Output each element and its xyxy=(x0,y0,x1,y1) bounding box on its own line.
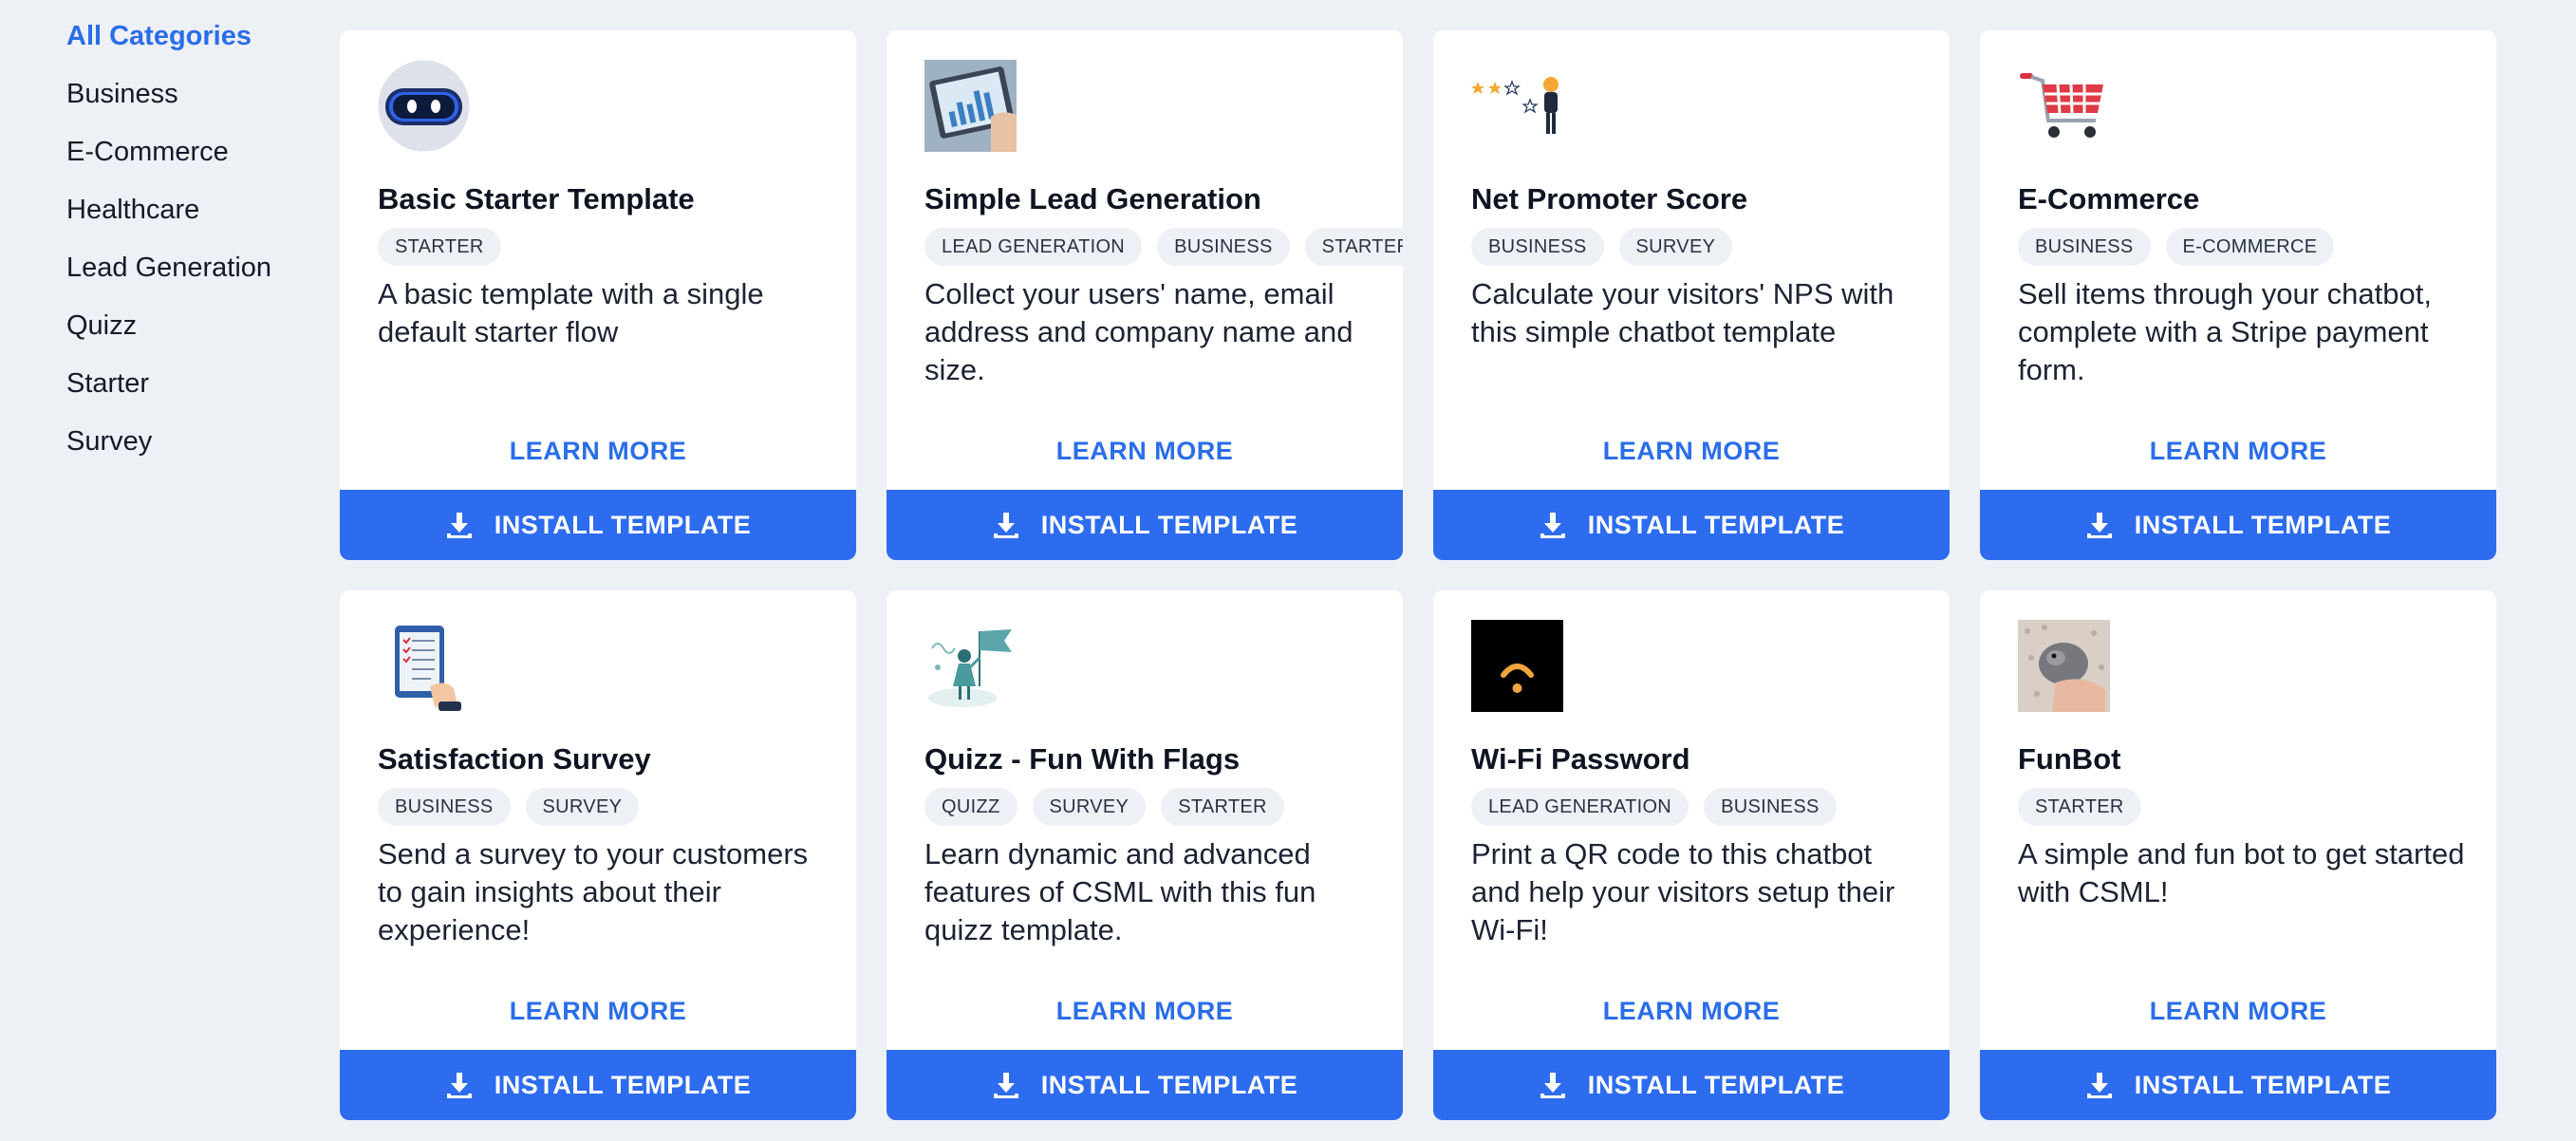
tag: SURVEY xyxy=(1032,788,1147,826)
card-description: Sell items through your chatbot, complet… xyxy=(2018,277,2432,386)
card-title: E-Commerce xyxy=(2018,182,2200,215)
tag-list: BUSINESS E-COMMERCE xyxy=(2018,228,2335,266)
card-description: Collect your users' name, email address … xyxy=(924,277,1353,386)
learn-more-link[interactable]: LEARN MORE xyxy=(1980,997,2496,1026)
install-template-button[interactable]: INSTALL TEMPLATE xyxy=(1980,1050,2496,1120)
survey-checklist-icon xyxy=(378,620,470,712)
tag-list: BUSINESS SURVEY xyxy=(378,788,640,826)
hamster-photo-icon xyxy=(2018,620,2110,712)
card-title: Quizz - Fun With Flags xyxy=(924,742,1241,776)
install-label: INSTALL TEMPLATE xyxy=(2134,1070,2392,1099)
card-description: Calculate your visitors' NPS with this s… xyxy=(1471,277,1895,348)
learn-more-link[interactable]: LEARN MORE xyxy=(887,437,1403,466)
template-card: Simple Lead Generation LEAD GENERATION B… xyxy=(887,30,1403,560)
template-card: Satisfaction Survey BUSINESS SURVEY Send… xyxy=(340,590,856,1120)
tag: BUSINESS xyxy=(2018,228,2151,266)
tag: SURVEY xyxy=(525,788,640,826)
card-title: FunBot xyxy=(2018,742,2121,776)
card-title: Basic Starter Template xyxy=(378,182,695,215)
tag: STARTER xyxy=(1304,228,1403,266)
tag: BUSINESS xyxy=(1157,228,1290,266)
download-icon xyxy=(1539,511,1567,539)
card-title: Wi-Fi Password xyxy=(1471,742,1690,776)
template-grid: Basic Starter Template STARTER A basic t… xyxy=(340,30,2496,1120)
learn-more-link[interactable]: LEARN MORE xyxy=(340,437,856,466)
install-template-button[interactable]: INSTALL TEMPLATE xyxy=(340,1050,856,1120)
card-title: Satisfaction Survey xyxy=(378,742,651,776)
install-label: INSTALL TEMPLATE xyxy=(1587,510,1845,539)
sidebar-item-starter[interactable]: Starter xyxy=(66,365,313,422)
sidebar-item-lead-generation[interactable]: Lead Generation xyxy=(66,249,313,307)
download-icon xyxy=(2085,511,2114,539)
learn-more-link[interactable]: LEARN MORE xyxy=(887,997,1403,1026)
tag: BUSINESS xyxy=(1704,788,1837,826)
sidebar-item-healthcare[interactable]: Healthcare xyxy=(66,191,313,249)
install-label: INSTALL TEMPLATE xyxy=(494,510,752,539)
sidebar-item-e-commerce[interactable]: E-Commerce xyxy=(66,133,313,191)
card-description: Send a survey to your customers to gain … xyxy=(378,837,809,946)
template-card: Basic Starter Template STARTER A basic t… xyxy=(340,30,856,560)
template-card: Wi-Fi Password LEAD GENERATION BUSINESS … xyxy=(1433,590,1950,1120)
tag-list: STARTER xyxy=(378,228,501,266)
sidebar-item-survey[interactable]: Survey xyxy=(66,422,313,480)
install-label: INSTALL TEMPLATE xyxy=(1587,1070,1845,1099)
install-label: INSTALL TEMPLATE xyxy=(1040,1070,1298,1099)
tag-list: STARTER xyxy=(2018,788,2141,826)
tag: SURVEY xyxy=(1618,228,1733,266)
install-template-button[interactable]: INSTALL TEMPLATE xyxy=(887,490,1403,560)
sidebar-item-all-categories[interactable]: All Categories xyxy=(66,17,313,75)
star-rating-icon xyxy=(1471,60,1563,152)
download-icon xyxy=(992,1071,1020,1099)
robot-face-icon xyxy=(378,60,470,152)
tag: LEAD GENERATION xyxy=(924,228,1143,266)
tablet-chart-photo-icon xyxy=(924,60,1017,152)
card-description: A basic template with a single default s… xyxy=(378,277,764,348)
install-template-button[interactable]: INSTALL TEMPLATE xyxy=(1433,1050,1950,1120)
download-icon xyxy=(2085,1071,2114,1099)
download-icon xyxy=(992,511,1020,539)
template-card: Net Promoter Score BUSINESS SURVEY Calcu… xyxy=(1433,30,1950,560)
tag-list: LEAD GENERATION BUSINESS STARTER xyxy=(924,228,1403,266)
tag-list: LEAD GENERATION BUSINESS xyxy=(1471,788,1837,826)
tag: BUSINESS xyxy=(1471,228,1604,266)
install-template-button[interactable]: INSTALL TEMPLATE xyxy=(1433,490,1950,560)
template-card: Quizz - Fun With Flags QUIZZ SURVEY STAR… xyxy=(887,590,1403,1120)
card-description: Print a QR code to this chatbot and help… xyxy=(1471,837,1895,946)
download-icon xyxy=(445,511,474,539)
download-icon xyxy=(1539,1071,1567,1099)
shopping-cart-icon xyxy=(2018,60,2110,152)
download-icon xyxy=(445,1071,474,1099)
learn-more-link[interactable]: LEARN MORE xyxy=(1980,437,2496,466)
install-template-button[interactable]: INSTALL TEMPLATE xyxy=(1980,490,2496,560)
learn-more-link[interactable]: LEARN MORE xyxy=(340,997,856,1026)
card-title: Net Promoter Score xyxy=(1471,182,1748,215)
card-title: Simple Lead Generation xyxy=(924,182,1261,215)
tag-list: QUIZZ SURVEY STARTER xyxy=(924,788,1284,826)
install-template-button[interactable]: INSTALL TEMPLATE xyxy=(887,1050,1403,1120)
install-label: INSTALL TEMPLATE xyxy=(2134,510,2392,539)
wifi-icon xyxy=(1471,620,1563,712)
template-card: E-Commerce BUSINESS E-COMMERCE Sell item… xyxy=(1980,30,2496,560)
learn-more-link[interactable]: LEARN MORE xyxy=(1433,997,1950,1026)
tag: STARTER xyxy=(2018,788,2141,826)
flag-girl-icon xyxy=(924,620,1017,712)
tag: STARTER xyxy=(1161,788,1284,826)
learn-more-link[interactable]: LEARN MORE xyxy=(1433,437,1950,466)
card-description: A simple and fun bot to get started with… xyxy=(2018,837,2465,908)
tag-list: BUSINESS SURVEY xyxy=(1471,228,1733,266)
tag: LEAD GENERATION xyxy=(1471,788,1689,826)
install-template-button[interactable]: INSTALL TEMPLATE xyxy=(340,490,856,560)
card-description: Learn dynamic and advanced features of C… xyxy=(924,837,1316,946)
tag: STARTER xyxy=(378,228,501,266)
category-sidebar: All Categories Business E-Commerce Healt… xyxy=(66,17,313,480)
tag: BUSINESS xyxy=(378,788,511,826)
template-card: FunBot STARTER A simple and fun bot to g… xyxy=(1980,590,2496,1120)
install-label: INSTALL TEMPLATE xyxy=(1040,510,1298,539)
sidebar-item-business[interactable]: Business xyxy=(66,75,313,133)
tag: QUIZZ xyxy=(924,788,1017,826)
sidebar-item-quizz[interactable]: Quizz xyxy=(66,307,313,365)
tag: E-COMMERCE xyxy=(2165,228,2335,266)
install-label: INSTALL TEMPLATE xyxy=(494,1070,752,1099)
